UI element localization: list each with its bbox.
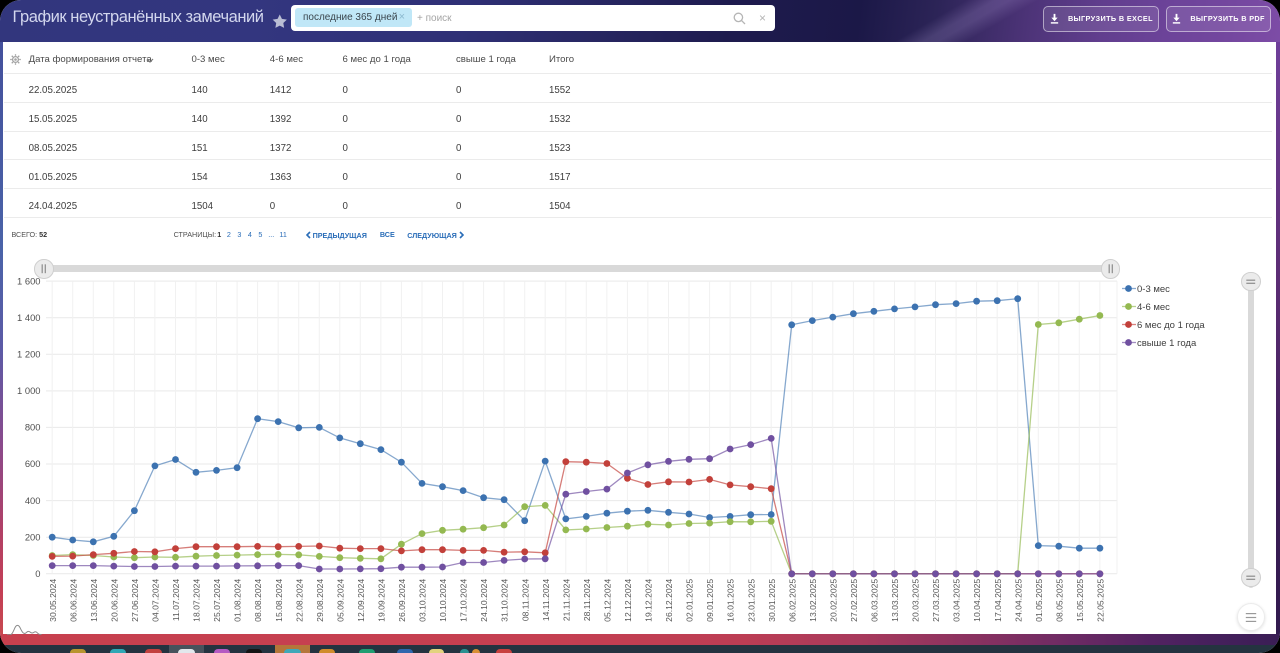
svg-text:05.09.2024: 05.09.2024 [335, 579, 345, 622]
svg-text:21.11.2024: 21.11.2024 [561, 579, 571, 622]
svg-text:29.08.2024: 29.08.2024 [315, 579, 325, 622]
svg-text:800: 800 [25, 422, 41, 433]
svg-text:26.09.2024: 26.09.2024 [397, 579, 407, 622]
svg-text:19.09.2024: 19.09.2024 [377, 579, 387, 622]
svg-text:05.12.2024: 05.12.2024 [603, 579, 613, 622]
svg-text:03.04.2025: 03.04.2025 [952, 579, 962, 622]
svg-text:24.04.2025: 24.04.2025 [1013, 579, 1023, 622]
svg-text:20.02.2025: 20.02.2025 [828, 579, 838, 622]
svg-text:20.03.2025: 20.03.2025 [911, 579, 921, 622]
svg-text:04.07.2024: 04.07.2024 [151, 579, 161, 622]
svg-text:20.06.2024: 20.06.2024 [109, 579, 119, 622]
svg-text:01.08.2024: 01.08.2024 [233, 579, 243, 622]
svg-text:30.01.2025: 30.01.2025 [767, 579, 777, 622]
svg-text:13.06.2024: 13.06.2024 [89, 579, 99, 622]
svg-text:08.11.2024: 08.11.2024 [520, 579, 530, 622]
svg-text:08.05.2025: 08.05.2025 [1054, 579, 1064, 622]
svg-text:25.07.2024: 25.07.2024 [212, 579, 222, 622]
svg-text:09.01.2025: 09.01.2025 [705, 579, 715, 622]
svg-text:30.05.2024: 30.05.2024 [48, 579, 58, 622]
svg-text:200: 200 [25, 531, 41, 542]
svg-text:27.03.2025: 27.03.2025 [931, 579, 941, 622]
svg-text:14.11.2024: 14.11.2024 [541, 579, 551, 622]
svg-text:22.05.2025: 22.05.2025 [1096, 579, 1106, 622]
svg-text:31.10.2024: 31.10.2024 [500, 579, 510, 622]
svg-text:19.12.2024: 19.12.2024 [644, 579, 654, 622]
svg-text:0: 0 [35, 568, 40, 579]
svg-text:27.06.2024: 27.06.2024 [130, 579, 140, 622]
svg-text:1 200: 1 200 [17, 349, 40, 360]
svg-text:10.04.2025: 10.04.2025 [972, 579, 982, 622]
svg-text:06.02.2025: 06.02.2025 [787, 579, 797, 622]
svg-text:08.08.2024: 08.08.2024 [253, 579, 263, 622]
svg-text:02.01.2025: 02.01.2025 [685, 579, 695, 622]
svg-text:06.03.2025: 06.03.2025 [870, 579, 880, 622]
svg-text:12.09.2024: 12.09.2024 [356, 579, 366, 622]
svg-text:23.01.2025: 23.01.2025 [746, 579, 756, 622]
svg-text:01.05.2025: 01.05.2025 [1034, 579, 1044, 622]
svg-text:27.02.2025: 27.02.2025 [849, 579, 859, 622]
svg-text:16.01.2025: 16.01.2025 [726, 579, 736, 622]
svg-text:15.08.2024: 15.08.2024 [274, 579, 284, 622]
svg-text:10.10.2024: 10.10.2024 [438, 579, 448, 622]
svg-text:03.10.2024: 03.10.2024 [418, 579, 428, 622]
svg-text:400: 400 [25, 495, 41, 506]
svg-text:24.10.2024: 24.10.2024 [479, 579, 489, 622]
svg-text:28.11.2024: 28.11.2024 [582, 579, 592, 622]
svg-text:12.12.2024: 12.12.2024 [623, 579, 633, 622]
svg-text:22.08.2024: 22.08.2024 [294, 579, 304, 622]
svg-text:26.12.2024: 26.12.2024 [664, 579, 674, 622]
svg-text:1 400: 1 400 [17, 312, 40, 323]
svg-text:13.03.2025: 13.03.2025 [890, 579, 900, 622]
svg-text:17.04.2025: 17.04.2025 [993, 579, 1003, 622]
svg-text:18.07.2024: 18.07.2024 [192, 579, 202, 622]
svg-text:06.06.2024: 06.06.2024 [68, 579, 78, 622]
svg-text:13.02.2025: 13.02.2025 [808, 579, 818, 622]
svg-text:15.05.2025: 15.05.2025 [1075, 579, 1085, 622]
svg-text:600: 600 [25, 458, 41, 469]
svg-text:1 000: 1 000 [17, 385, 40, 396]
svg-text:11.07.2024: 11.07.2024 [171, 579, 181, 622]
svg-text:17.10.2024: 17.10.2024 [459, 579, 469, 622]
